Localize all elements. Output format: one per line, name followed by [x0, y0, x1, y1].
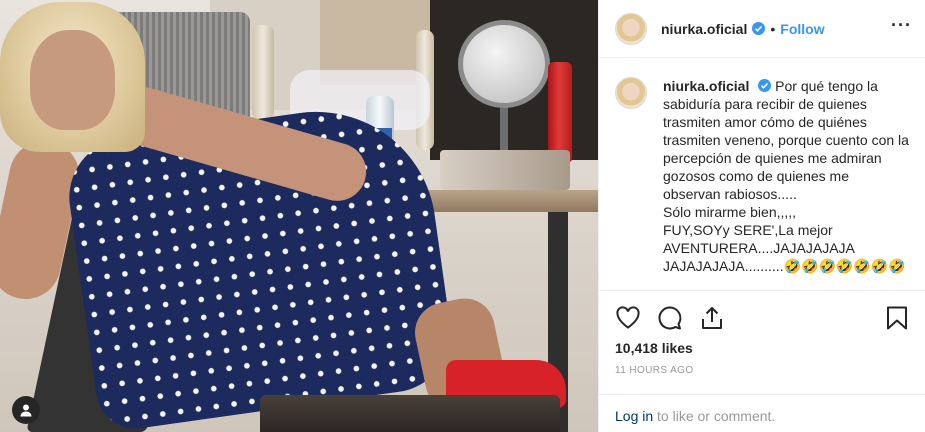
username-link[interactable]: niurka.oficial	[661, 21, 747, 37]
avatar[interactable]	[615, 12, 647, 45]
caption-line: JAJAJAJAJA..........🤣🤣🤣🤣🤣🤣🤣	[663, 258, 906, 274]
caption-body: Por qué tengo la sabiduría para recibir …	[663, 78, 909, 202]
login-prompt-text: to like or comment.	[653, 408, 776, 424]
vanity-mirror	[458, 20, 550, 108]
likes-count[interactable]: 10,418 likes	[615, 340, 693, 356]
comment-icon[interactable]	[657, 305, 683, 331]
user-icon	[20, 404, 32, 417]
heart-icon[interactable]	[615, 305, 641, 331]
caption-line: AVENTURERA....JAJAJAJAJA	[663, 240, 855, 256]
red-spray-bottle	[548, 62, 572, 162]
more-options-button[interactable]: ···	[891, 16, 912, 34]
post-actions-section: 10,418 likes 11 HOURS AGO	[599, 290, 925, 376]
action-bar	[599, 291, 925, 345]
post-photo[interactable]	[0, 0, 598, 432]
verified-badge-icon	[752, 22, 766, 35]
bookmark-icon[interactable]	[884, 305, 910, 331]
caption-line: Sólo mirarme bien,,,,,	[663, 204, 797, 220]
follow-button[interactable]: Follow	[780, 21, 824, 37]
caption-text: niurka.oficial Por qué tengo la sabidurí…	[663, 77, 910, 289]
timestamp[interactable]: 11 HOURS AGO	[615, 365, 694, 376]
post-header: niurka.oficial • Follow ···	[599, 0, 925, 58]
tagged-users-button[interactable]	[12, 396, 40, 424]
candlestick	[252, 25, 274, 120]
verified-badge-icon	[758, 79, 772, 92]
caption-line: FUY,SOYy SERE',La mejor	[663, 222, 833, 238]
login-prompt: Log in to like or comment.	[599, 394, 925, 432]
avatar[interactable]	[615, 77, 647, 109]
person-face	[30, 30, 115, 130]
share-icon[interactable]	[699, 305, 725, 331]
foreground-shelf	[260, 395, 560, 432]
caption-section: niurka.oficial Por qué tengo la sabidurí…	[599, 59, 925, 289]
login-link[interactable]: Log in	[615, 408, 653, 424]
separator-dot: •	[770, 20, 776, 37]
caption-username-link[interactable]: niurka.oficial	[663, 78, 749, 94]
post-side-panel: niurka.oficial • Follow ··· niurka.ofici…	[598, 0, 925, 432]
makeup-items	[440, 150, 570, 190]
dressing-table	[410, 190, 598, 212]
